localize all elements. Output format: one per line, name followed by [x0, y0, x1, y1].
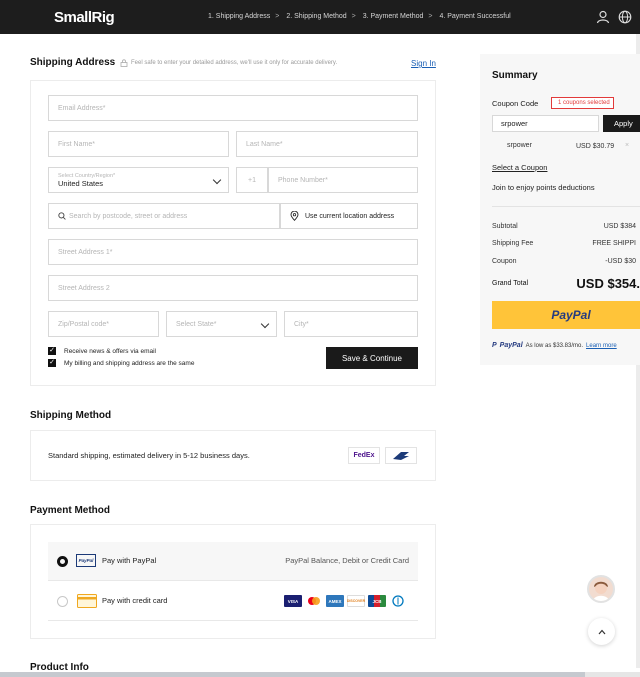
card-brand-list: VISA AMEX DISCOVER JCB — [284, 595, 407, 607]
fedex-logo: FedEx — [348, 447, 380, 464]
phone-code-field[interactable]: +1 — [236, 167, 268, 193]
usps-eagle-icon — [393, 452, 409, 460]
subtotal-label: Subtotal — [492, 223, 518, 230]
applied-coupon-code: srpower — [507, 142, 532, 149]
paypal-radio[interactable] — [57, 556, 68, 567]
amex-icon: AMEX — [326, 595, 344, 607]
coupon-discount-value: -USD $30 — [605, 258, 636, 265]
coupon-selected-badge: 1 coupons selected — [551, 97, 614, 109]
shipping-address-title: Shipping Address — [30, 57, 116, 68]
coupon-code-label: Coupon Code — [492, 99, 539, 108]
user-icon[interactable] — [596, 10, 610, 24]
horizontal-scrollbar-thumb[interactable] — [0, 672, 585, 677]
paypal-logo-icon: P — [492, 342, 497, 349]
shipping-fee-value: FREE SHIPPI — [592, 240, 636, 247]
applied-coupon-amount: USD $30.79 — [576, 143, 615, 150]
mastercard-icon — [305, 595, 323, 607]
location-pin-icon — [290, 211, 299, 221]
country-select[interactable]: Select Country/Region* United States — [48, 167, 229, 193]
shipping-method-title: Shipping Method — [30, 410, 112, 421]
globe-icon[interactable] — [618, 10, 632, 24]
first-name-field[interactable]: First Name* — [48, 131, 229, 157]
support-chat-avatar[interactable] — [587, 575, 615, 603]
agent-avatar-icon — [593, 581, 609, 601]
shipping-fee-label: Shipping Fee — [492, 240, 534, 247]
paypal-small-icon: PayPal — [76, 554, 96, 567]
newsletter-checkbox[interactable]: ✓ — [48, 347, 56, 355]
subtotal-value: USD $384 — [603, 223, 636, 230]
pay-with-credit-card-option[interactable]: Pay with credit card VISA AMEX DISCOVER … — [48, 582, 418, 621]
sign-in-link[interactable]: Sign In — [411, 59, 436, 68]
credit-card-radio[interactable] — [57, 596, 68, 607]
paypal-checkout-button[interactable]: PayPal — [492, 301, 640, 329]
summary-title: Summary — [492, 70, 538, 81]
privacy-hint: Feel safe to enter your detailed address… — [120, 59, 337, 67]
learn-more-link[interactable]: Learn more — [586, 343, 617, 349]
lock-icon — [120, 59, 128, 67]
discover-icon: DISCOVER — [347, 595, 365, 607]
newsletter-checkbox-row[interactable]: ✓ Receive news & offers via email — [48, 347, 156, 355]
search-icon — [58, 212, 66, 220]
street-address-2-field[interactable]: Street Address 2 — [48, 275, 418, 301]
address-search-input[interactable]: Search by postcode, street or address — [48, 203, 280, 229]
select-coupon-link[interactable]: Select a Coupon — [492, 163, 547, 172]
step-payment-method: 3. Payment Method — [362, 13, 424, 20]
last-name-field[interactable]: Last Name* — [236, 131, 418, 157]
zip-field[interactable]: Zip/Postal code* — [48, 311, 159, 337]
step-shipping-method: 2. Shipping Method — [286, 13, 347, 20]
visa-icon: VISA — [284, 595, 302, 607]
shipping-method-description: Standard shipping, estimated delivery in… — [48, 451, 250, 460]
checkout-steps: 1. Shipping Address > 2. Shipping Method >… — [208, 13, 511, 20]
phone-field[interactable]: Phone Number* — [268, 167, 418, 193]
billing-same-checkbox[interactable]: ✓ — [48, 359, 56, 367]
apply-coupon-button[interactable]: Apply — [603, 115, 640, 132]
shipping-address-card — [30, 80, 436, 386]
country-select-value: United States — [58, 178, 104, 188]
chevron-down-icon — [260, 319, 270, 329]
pay-with-paypal-option[interactable]: PayPal Pay with PayPal PayPal Balance, D… — [48, 542, 418, 581]
diners-club-icon — [389, 595, 407, 607]
usps-logo — [385, 447, 417, 464]
coupon-code-input[interactable]: srpower — [492, 115, 599, 132]
save-continue-button[interactable]: Save & Continue — [326, 347, 418, 369]
chevron-up-icon — [598, 629, 605, 634]
brand-logo[interactable]: SmallRig — [54, 9, 115, 26]
chevron-down-icon — [212, 175, 222, 185]
billing-same-checkbox-row[interactable]: ✓ My billing and shipping address are th… — [48, 359, 194, 367]
city-field[interactable]: City* — [284, 311, 418, 337]
coupon-discount-label: Coupon — [492, 258, 517, 265]
state-select[interactable]: Select State* — [166, 311, 277, 337]
remove-coupon-icon[interactable]: × — [625, 142, 629, 149]
points-deduction-text: Join to enjoy points deductions — [492, 183, 595, 192]
paypal-note-brand: PayPal — [499, 342, 523, 349]
grand-total-value: USD $354. — [576, 276, 640, 291]
back-to-top-button[interactable] — [588, 618, 615, 645]
street-address-1-field[interactable]: Street Address 1* — [48, 239, 418, 265]
email-field[interactable]: Email Address* — [48, 95, 418, 121]
use-location-button[interactable]: Use current location address — [280, 203, 418, 229]
payment-method-title: Payment Method — [30, 505, 111, 516]
privacy-hint-text: Feel safe to enter your detailed address… — [131, 60, 338, 66]
top-header: SmallRig 1. Shipping Address > 2. Shippin… — [0, 0, 640, 34]
credit-card-icon — [77, 594, 97, 608]
step-payment-successful: 4. Payment Successful — [439, 13, 511, 20]
paypal-pay-later-note: P PayPal As low as $33.83/mo. Learn more — [492, 342, 617, 349]
grand-total-label: Grand Total — [492, 280, 529, 287]
step-shipping-address: 1. Shipping Address — [208, 13, 271, 20]
jcb-icon: JCB — [368, 595, 386, 607]
summary-divider — [492, 206, 640, 207]
